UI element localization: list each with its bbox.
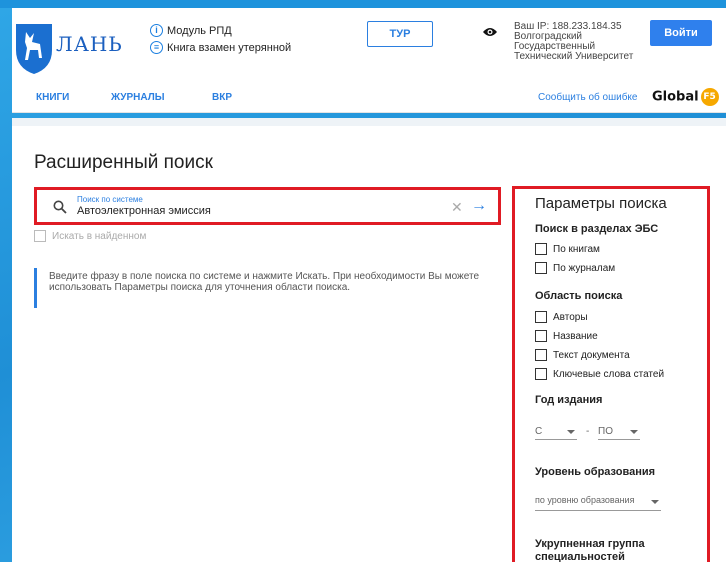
year-section-title: Год издания [535, 394, 603, 406]
main-content: Расширенный поиск Поиск по системе ✕ → И… [12, 126, 726, 562]
option-books[interactable]: По книгам [535, 243, 600, 255]
page-title: Расширенный поиск [34, 152, 213, 173]
params-title: Параметры поиска [535, 195, 667, 212]
org-line-3: Технический Университет [514, 51, 634, 62]
checkbox-box[interactable] [535, 311, 547, 323]
caret-down-icon [651, 500, 659, 504]
checkbox-box[interactable] [535, 349, 547, 361]
group-title-line-1: Укрупненная группа [535, 538, 645, 550]
lost-book-link[interactable]: ≡ Книга взамен утерянной [150, 39, 291, 56]
lan-logo[interactable]: ЛАНЬ [12, 16, 122, 76]
arrow-right-icon[interactable]: → [471, 197, 487, 215]
checkbox-box[interactable] [34, 230, 46, 242]
option-label: Авторы [553, 311, 588, 323]
caret-down-icon [630, 430, 638, 434]
group-title-line-2: специальностей [535, 551, 625, 562]
level-select-value: по уровню образования [535, 495, 635, 505]
info-links: i Модуль РПД ≡ Книга взамен утерянной [150, 22, 291, 56]
module-rpd-label: Модуль РПД [167, 24, 232, 37]
tour-button[interactable]: ТУР [367, 21, 433, 47]
search-label: Поиск по системе [77, 195, 143, 204]
nav-journals[interactable]: ЖУРНАЛЫ [111, 92, 165, 103]
module-rpd-link[interactable]: i Модуль РПД [150, 22, 291, 39]
top-strip [0, 0, 726, 8]
global-label: Global [652, 89, 699, 105]
nav-vkr[interactable]: ВКР [212, 92, 232, 103]
year-to-select[interactable]: ПО [598, 426, 640, 440]
ebs-section-title: Поиск в разделах ЭБС [535, 223, 659, 235]
year-separator: - [586, 426, 590, 437]
nav-books[interactable]: КНИГИ [36, 92, 69, 103]
year-to-value: ПО [598, 426, 613, 437]
checkbox-box[interactable] [535, 368, 547, 380]
checkbox-box[interactable] [535, 243, 547, 255]
report-error-link[interactable]: Сообщить об ошибке [538, 92, 637, 103]
option-authors[interactable]: Авторы [535, 311, 588, 323]
checkbox-box[interactable] [535, 262, 547, 274]
ip-info: Ваш IP: 188.233.184.35 Волгоградский Гос… [514, 22, 644, 62]
deer-logo-icon [16, 24, 52, 74]
year-from-select[interactable]: С [535, 426, 577, 440]
search-params-panel: Параметры поиска Поиск в разделах ЭБС По… [512, 186, 710, 562]
list-icon: ≡ [150, 41, 163, 54]
search-icon [53, 200, 67, 214]
system-search-box[interactable]: Поиск по системе ✕ → [34, 187, 501, 225]
option-document-text[interactable]: Текст документа [535, 349, 630, 361]
level-section-title: Уровень образования [535, 466, 656, 478]
lost-book-label: Книга взамен утерянной [167, 41, 292, 54]
option-label: Текст документа [553, 349, 630, 361]
option-label: Название [553, 330, 598, 342]
level-select[interactable]: по уровню образования [535, 495, 661, 511]
checkbox-box[interactable] [535, 330, 547, 342]
search-hint: Введите фразу в поле поиска по системе и… [34, 268, 494, 308]
search-input[interactable] [77, 205, 447, 217]
option-journals[interactable]: По журналам [535, 262, 615, 274]
option-label: По книгам [553, 243, 600, 255]
search-in-found-label: Искать в найденном [52, 230, 147, 242]
year-from-value: С [535, 426, 543, 437]
clear-icon[interactable]: ✕ [451, 199, 463, 216]
global-f5-logo[interactable]: Global F5 [652, 88, 719, 106]
option-label: По журналам [553, 262, 616, 274]
group-section-title: Укрупненная группа специальностей [535, 538, 645, 562]
search-in-found-checkbox[interactable]: Искать в найденном [34, 230, 146, 242]
f5-badge: F5 [700, 88, 719, 106]
logo-text: ЛАНЬ [56, 32, 123, 56]
option-title[interactable]: Название [535, 330, 598, 342]
info-icon: i [150, 24, 163, 37]
login-button[interactable]: Войти [650, 20, 712, 46]
option-label: Ключевые слова статей [553, 368, 665, 380]
site-header: ЛАНЬ i Модуль РПД ≡ Книга взамен утерянн… [12, 8, 726, 113]
area-section-title: Область поиска [535, 290, 623, 302]
eye-icon[interactable] [482, 26, 498, 38]
caret-down-icon [567, 430, 575, 434]
option-keywords[interactable]: Ключевые слова статей [535, 368, 664, 380]
